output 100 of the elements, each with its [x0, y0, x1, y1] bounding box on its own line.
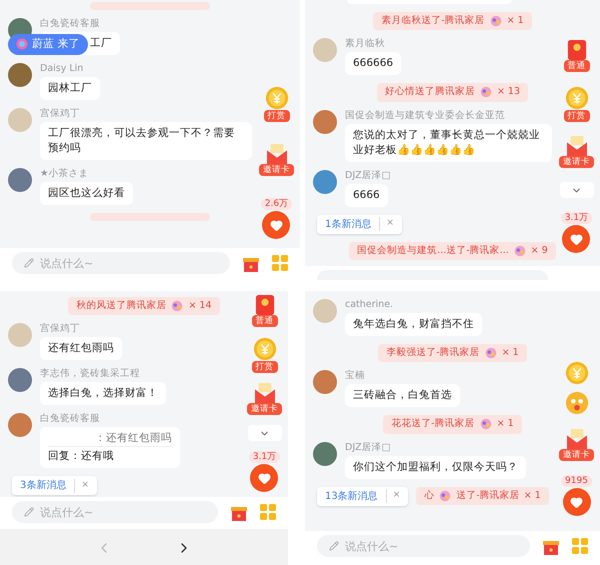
- message-text: 兔年选白兔，财富挡不住: [353, 318, 474, 330]
- message-text: 666666: [353, 57, 394, 70]
- gift-message: 素月临秋送了-腾讯家居: [381, 14, 485, 28]
- envelope-icon: [266, 144, 288, 164]
- like-button[interactable]: [250, 464, 278, 492]
- heart-icon: [570, 496, 583, 508]
- packet-icon: [566, 40, 586, 60]
- grid-menu-icon[interactable]: [572, 538, 588, 554]
- new-messages-text: 1条新消息: [325, 218, 372, 232]
- comment-input[interactable]: 说点什么~: [12, 501, 218, 523]
- gift-message: 李毅强送了-腾讯家居: [386, 346, 480, 360]
- new-messages-badge[interactable]: 1条新消息 ×: [317, 214, 402, 234]
- avatar: [313, 110, 337, 134]
- gift-count: × 9: [530, 244, 548, 258]
- avatar: [313, 442, 337, 466]
- gift-sender: 心: [424, 488, 434, 503]
- quoted-message: ：还有红包雨吗: [95, 431, 172, 446]
- gift-count: × 1: [502, 346, 519, 360]
- reply-message: 回复：还有哦: [48, 450, 114, 462]
- gift-message: 送了-腾讯家居: [456, 488, 520, 503]
- heart-icon: [258, 472, 271, 484]
- message-text: 还有红包雨吗: [48, 342, 114, 354]
- gift-message: 花花送了-腾讯家居: [391, 417, 475, 432]
- gift-count: × 1: [524, 488, 541, 503]
- comment-input[interactable]: 说点什么~: [12, 252, 230, 274]
- like-button[interactable]: [262, 211, 290, 239]
- sticker-icon: [478, 417, 493, 432]
- side-label: 邀请卡: [559, 156, 594, 168]
- lucky-packet-button[interactable]: 普通: [564, 40, 590, 72]
- invite-card-button[interactable]: 邀请卡: [247, 383, 282, 415]
- side-label: 普通: [564, 60, 590, 72]
- coin-icon: [564, 86, 588, 110]
- grid-menu-icon[interactable]: [272, 255, 288, 271]
- sticker-icon: [478, 85, 493, 100]
- avatar: [8, 108, 32, 132]
- avatar: [8, 413, 32, 438]
- lollipop-icon: [16, 38, 28, 50]
- side-label: 邀请卡: [247, 403, 282, 415]
- gift-message: 秋的风送了腾讯家居: [76, 299, 166, 313]
- sticker-icon: [512, 244, 527, 258]
- gift-count: × 14: [188, 299, 212, 313]
- invite-card-button[interactable]: 邀请卡: [559, 429, 594, 461]
- lucky-packet-button[interactable]: 普通: [252, 295, 278, 327]
- coin-icon: [252, 337, 276, 361]
- heart-icon: [270, 218, 283, 232]
- user-name: Daisy Lin: [40, 63, 84, 75]
- message-text: 园区也这么好看: [48, 187, 125, 199]
- user-name: 白兔瓷砖客服: [40, 413, 101, 426]
- avatar: [313, 299, 337, 323]
- gift-message: 好心情送了腾讯家居: [384, 85, 475, 100]
- like-count: 9195: [561, 475, 592, 487]
- message-text: 6666: [353, 188, 380, 200]
- new-messages-text: 13条新消息: [325, 490, 378, 504]
- tip-button[interactable]: 打赏: [564, 86, 590, 122]
- message-text: 园林工厂: [48, 82, 92, 94]
- avatar: [8, 368, 32, 392]
- new-messages-badge[interactable]: 3条新消息 ×: [12, 476, 97, 496]
- avatar: [8, 63, 32, 87]
- coin-icon: [264, 86, 288, 110]
- tip-button[interactable]: 打赏: [252, 337, 278, 373]
- side-label: 打赏: [564, 110, 590, 122]
- user-name: 白兔瓷砖客服: [40, 18, 101, 30]
- user-name: 国促会制造与建筑专业委会长金亚范: [345, 110, 506, 122]
- side-label: 普通: [252, 315, 278, 327]
- invite-card-button[interactable]: 邀请卡: [559, 136, 594, 168]
- new-messages-badge[interactable]: 13条新消息 ×: [317, 486, 408, 506]
- avatar: [313, 38, 337, 62]
- like-count: 2.6万: [260, 198, 292, 210]
- user-name: ★小茶さま: [40, 168, 90, 180]
- message-text: 你们这个加盟福利，仅限今天吗？: [353, 460, 518, 472]
- tip-button[interactable]: 打赏: [264, 86, 290, 122]
- envelope-icon: [566, 429, 588, 449]
- message-text: 工厂: [90, 37, 112, 49]
- new-messages-text: 3条新消息: [20, 478, 66, 494]
- comment-input[interactable]: 说点什么~: [317, 535, 530, 557]
- like-count: 3.1万: [248, 451, 280, 463]
- sticker-icon: [484, 346, 498, 360]
- heart-icon: [570, 232, 583, 246]
- avatar: [313, 370, 337, 394]
- gift-count: × 13: [496, 85, 520, 100]
- join-notice-text: 蔚蓝 来了: [32, 36, 80, 52]
- side-label: 邀请卡: [559, 449, 594, 461]
- user-name: 李志伟，瓷砖集采工程: [40, 368, 141, 380]
- message-text: 您说的太对了，董事长黄总一个兢兢业业好老板👍👍👍👍👍👍: [353, 128, 540, 156]
- message-text: 三砖融合，白兔首选: [353, 389, 452, 402]
- user-name: DJZ居泽□: [345, 442, 392, 454]
- packet-icon: [254, 295, 274, 315]
- user-name: 宝楠: [345, 370, 366, 382]
- like-button[interactable]: [562, 488, 590, 516]
- user-name: DJZ居泽□: [345, 170, 391, 182]
- avatar: [8, 323, 32, 348]
- user-name: 素月临秋: [345, 38, 386, 50]
- gift-message: 国促会制造与建筑...送了-腾讯家...: [357, 244, 509, 258]
- like-button[interactable]: [562, 225, 590, 253]
- envelope-icon: [566, 136, 588, 156]
- invite-card-button[interactable]: 邀请卡: [259, 144, 294, 176]
- tip-button[interactable]: [564, 361, 588, 385]
- avatar: [8, 168, 32, 192]
- side-label: 邀请卡: [259, 164, 294, 176]
- grid-menu-icon[interactable]: [260, 504, 276, 520]
